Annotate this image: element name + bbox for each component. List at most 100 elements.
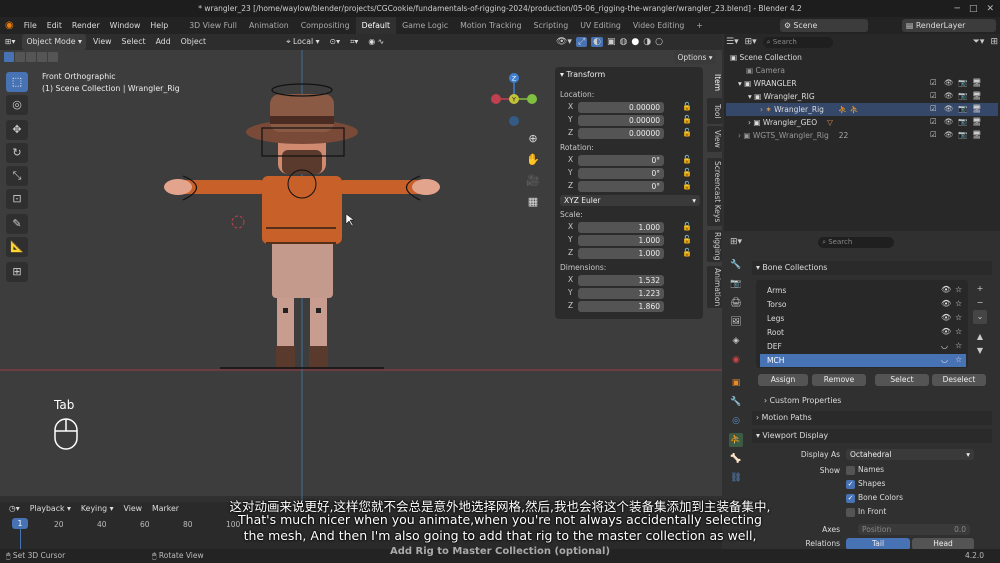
eye-icon[interactable]: 👁 xyxy=(944,104,954,113)
menu-help[interactable]: Help xyxy=(145,17,173,34)
lock-icon[interactable]: 🔓 xyxy=(682,168,692,177)
dimensions-field[interactable]: 1.860 xyxy=(578,301,664,312)
add-workspace-icon[interactable]: + xyxy=(690,17,709,34)
bone-collection-row[interactable]: DEF xyxy=(760,340,966,353)
render-properties-icon[interactable]: 📷 xyxy=(729,277,743,291)
tab-animation[interactable]: Animation xyxy=(243,17,295,34)
star-icon[interactable]: ☆ xyxy=(955,285,962,294)
visibility-icon[interactable]: 👁▾ xyxy=(556,37,572,47)
star-icon[interactable]: ☆ xyxy=(955,355,962,364)
menu-select[interactable]: Select xyxy=(117,34,151,50)
shading-rendered-icon[interactable]: ○ xyxy=(655,37,663,47)
select-button[interactable]: Select xyxy=(875,374,929,386)
more-icon[interactable]: ⌄ xyxy=(973,310,987,324)
show-option-checkbox[interactable]: Names xyxy=(846,465,884,475)
shading-material-icon[interactable]: ◑ xyxy=(643,37,651,47)
menu-file[interactable]: File xyxy=(19,17,42,34)
checkbox-icon[interactable]: ☑ xyxy=(930,78,937,87)
eye-icon[interactable]: 👁 xyxy=(944,117,954,126)
display-mode-icon[interactable]: ⊞▾ xyxy=(745,37,757,47)
menu-edit[interactable]: Edit xyxy=(42,17,67,34)
tab-game-logic[interactable]: Game Logic xyxy=(396,17,454,34)
modifier-properties-icon[interactable]: 🔧 xyxy=(729,395,743,409)
rotation-mode-dropdown[interactable]: XYZ Euler ▾ xyxy=(560,195,700,206)
pan-hand-icon[interactable]: ✋ xyxy=(525,149,541,170)
render-layer-selector[interactable]: ▤ RenderLayer xyxy=(900,19,998,32)
motion-paths-panel-header[interactable]: › Motion Paths xyxy=(752,411,992,425)
eye-icon[interactable]: 👁 xyxy=(941,285,951,294)
properties-search-input[interactable]: ⌕ Search xyxy=(818,236,895,248)
tab-view[interactable]: View xyxy=(707,126,722,152)
blender-logo-icon[interactable]: ◉ xyxy=(0,17,19,34)
tab-screencast-keys[interactable]: Screencast Keys xyxy=(707,158,722,226)
view-layer-properties-icon[interactable]: 🖼 xyxy=(729,315,743,329)
checkbox-icon[interactable]: ☑ xyxy=(930,104,937,113)
render-icon[interactable]: 🖥 xyxy=(972,78,982,87)
rotation-field[interactable]: 0° xyxy=(578,155,664,166)
move-down-icon[interactable]: ▼ xyxy=(973,344,987,358)
tab-rigging[interactable]: Rigging xyxy=(707,230,722,262)
bone-collection-row[interactable]: Torso xyxy=(760,298,966,311)
render-icon[interactable]: 🖥 xyxy=(972,117,982,126)
star-icon[interactable]: ☆ xyxy=(955,313,962,322)
tab-video-editing[interactable]: Video Editing xyxy=(627,17,690,34)
eye-icon[interactable]: ◡ xyxy=(941,355,948,364)
star-icon[interactable]: ☆ xyxy=(955,327,962,336)
lock-icon[interactable]: 🔓 xyxy=(682,222,692,231)
output-properties-icon[interactable]: 🖨 xyxy=(729,296,743,310)
camera-view-icon[interactable]: 🎥 xyxy=(525,170,541,191)
location-field[interactable]: 0.00000 xyxy=(578,128,664,139)
lock-icon[interactable]: 🔓 xyxy=(682,248,692,257)
eye-icon[interactable]: 👁 xyxy=(941,313,951,322)
ortho-grid-icon[interactable]: ▦ xyxy=(525,191,541,212)
star-icon[interactable]: ☆ xyxy=(955,299,962,308)
proportional-edit-icon[interactable]: ◉ ∿ xyxy=(363,34,389,50)
properties-editor-icon[interactable]: ⊞▾ xyxy=(730,237,742,247)
menu-view[interactable]: View xyxy=(88,34,117,50)
lock-icon[interactable]: 🔓 xyxy=(682,235,692,244)
remove-icon[interactable]: − xyxy=(973,296,987,310)
overlay-icon[interactable]: ◐ xyxy=(591,37,604,47)
eye-icon[interactable]: 👁 xyxy=(944,78,954,87)
outliner-search-input[interactable]: ⌕ Search xyxy=(762,36,833,48)
scale-field[interactable]: 1.000 xyxy=(578,235,664,246)
camera-icon[interactable]: 📷 xyxy=(958,91,967,100)
eye-icon[interactable]: 👁 xyxy=(941,299,951,308)
menu-render[interactable]: Render xyxy=(67,17,105,34)
constraint-properties-icon[interactable]: ⛓ xyxy=(729,471,743,485)
xray-icon[interactable]: ▣ xyxy=(607,37,616,47)
outliner-row-camera[interactable]: ▣ Camera xyxy=(726,64,998,77)
tab-uv-editing[interactable]: UV Editing xyxy=(574,17,627,34)
custom-properties-subpanel[interactable]: › Custom Properties xyxy=(764,396,841,405)
assign-button[interactable]: Assign xyxy=(758,374,808,386)
menu-window[interactable]: Window xyxy=(105,17,146,34)
lock-icon[interactable]: 🔓 xyxy=(682,128,692,137)
eye-icon[interactable]: ◡ xyxy=(941,341,948,350)
display-as-dropdown[interactable]: Octahedral ▾ xyxy=(846,449,974,460)
menu-object[interactable]: Object xyxy=(176,34,211,50)
world-properties-icon[interactable]: ◉ xyxy=(729,353,743,367)
checkbox-icon[interactable]: ☑ xyxy=(930,117,937,126)
render-icon[interactable]: 🖥 xyxy=(972,130,982,139)
tab-scripting[interactable]: Scripting xyxy=(528,17,575,34)
lock-icon[interactable]: 🔓 xyxy=(682,115,692,124)
deselect-button[interactable]: Deselect xyxy=(932,374,986,386)
lock-icon[interactable]: 🔓 xyxy=(682,155,692,164)
tab-motion-tracking[interactable]: Motion Tracking xyxy=(454,17,527,34)
show-option-checkbox[interactable]: ✓ Shapes xyxy=(846,479,885,489)
shading-solid-icon[interactable]: ● xyxy=(631,37,639,47)
rotation-field[interactable]: 0° xyxy=(578,181,664,192)
star-icon[interactable]: ☆ xyxy=(955,341,962,350)
tool-properties-icon[interactable]: 🔧 xyxy=(729,258,743,272)
camera-icon[interactable]: 📷 xyxy=(958,78,967,87)
tab-default[interactable]: Default xyxy=(355,17,397,34)
maximize-icon[interactable]: □ xyxy=(969,4,978,14)
scale-field[interactable]: 1.000 xyxy=(578,248,664,259)
close-icon[interactable]: ✕ xyxy=(986,4,994,14)
shading-wireframe-icon[interactable]: ◍ xyxy=(620,37,628,47)
orientation-dropdown[interactable]: ⌖ Local ▾ xyxy=(281,34,325,50)
move-up-icon[interactable]: ▲ xyxy=(973,330,987,344)
eye-icon[interactable]: 👁 xyxy=(941,327,951,336)
scene-properties-icon[interactable]: ◈ xyxy=(729,334,743,348)
camera-icon[interactable]: 📷 xyxy=(958,117,967,126)
